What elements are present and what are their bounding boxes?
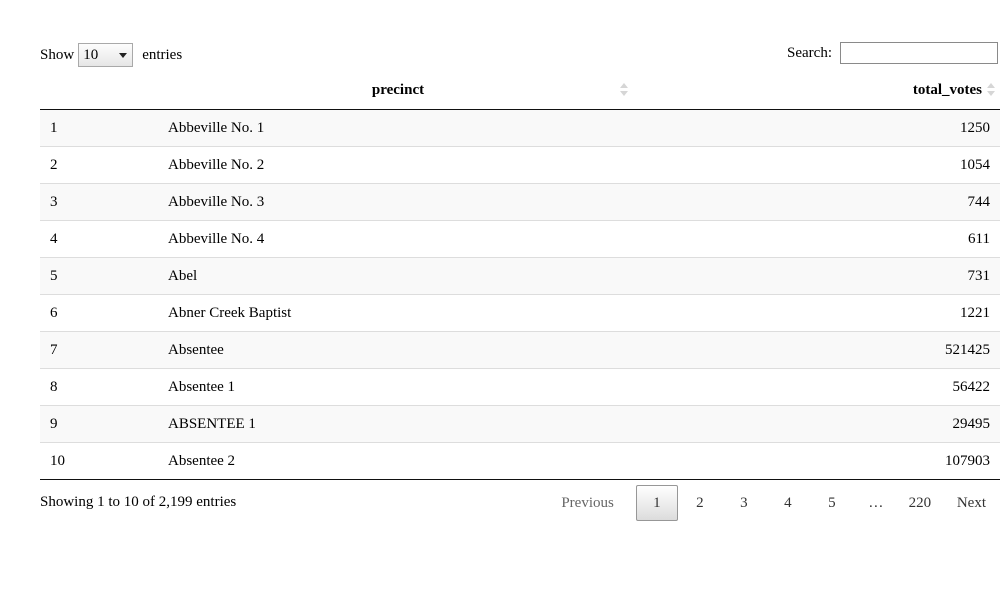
- table-row: 5 Abel 731: [40, 257, 1000, 295]
- page-length-value: 10: [83, 46, 99, 63]
- table-row: 3 Abbeville No. 3 744: [40, 183, 1000, 221]
- row-index: 1: [50, 119, 58, 136]
- precinct-cell: Abner Creek Baptist: [168, 294, 628, 332]
- table-header-row: precinct total_votes: [40, 71, 1000, 110]
- next-button[interactable]: Next: [951, 485, 992, 521]
- page-button-3[interactable]: 3: [727, 485, 761, 521]
- table-row: 4 Abbeville No. 4 611: [40, 220, 1000, 258]
- precinct-cell: Absentee: [168, 331, 628, 369]
- total-votes-cell: 744: [628, 183, 1000, 221]
- row-index: 2: [40, 146, 168, 184]
- page-button-5[interactable]: 5: [815, 485, 849, 521]
- precinct-cell: Abel: [168, 257, 628, 295]
- row-index: 9: [40, 405, 168, 443]
- page-length-select[interactable]: 10: [78, 43, 134, 67]
- page-button-4[interactable]: 4: [771, 485, 805, 521]
- precinct-cell: Absentee 2: [168, 442, 628, 480]
- row-index: 6: [40, 294, 168, 332]
- precinct-cell: Abbeville No. 3: [168, 183, 628, 221]
- table-row: 1 Abbeville No. 1 1250: [40, 109, 1000, 147]
- pagination-ellipsis: …: [868, 494, 884, 511]
- row-index: 3: [40, 183, 168, 221]
- row-index: 5: [40, 257, 168, 295]
- row-index: 7: [40, 331, 168, 369]
- page-length-control: Show 10 entries: [40, 43, 182, 67]
- total-votes-cell: 611: [628, 220, 1000, 258]
- column-header-precinct[interactable]: precinct: [168, 71, 628, 110]
- precinct-cell: ABSENTEE 1: [168, 405, 628, 443]
- row-index: 8: [40, 368, 168, 406]
- total-votes-cell: 1221: [628, 294, 1000, 332]
- page-button-1[interactable]: 1: [635, 485, 678, 521]
- row-index: 4: [40, 220, 168, 258]
- table-row: 2 Abbeville No. 2 1054: [40, 146, 1000, 184]
- show-label: Show: [40, 46, 75, 63]
- total-votes-cell: 29495: [628, 405, 1000, 443]
- search-label: Search:: [787, 44, 832, 61]
- total-votes-cell: 731: [628, 257, 1000, 295]
- table-info: Showing 1 to 10 of 2,199 entries: [40, 494, 237, 510]
- precinct-cell: Abbeville No. 1: [168, 119, 265, 136]
- search-control: Search:: [787, 42, 998, 64]
- pagination: Previous 1 2 3 4 5 … 220 Next: [553, 485, 992, 521]
- total-votes-cell: 107903: [628, 442, 1000, 480]
- chevron-down-icon: [119, 52, 128, 58]
- table-row: 8 Absentee 1 56422: [40, 368, 1000, 406]
- entries-label: entries: [142, 46, 183, 63]
- total-votes-cell: 521425: [628, 331, 1000, 369]
- precinct-cell: Abbeville No. 4: [168, 220, 628, 258]
- previous-button[interactable]: Previous: [553, 485, 622, 521]
- page-button-220[interactable]: 220: [903, 485, 937, 521]
- row-index: 10: [40, 442, 168, 480]
- table-row: 9 ABSENTEE 1 29495: [40, 405, 1000, 443]
- page-button-2[interactable]: 2: [683, 485, 717, 521]
- total-votes-cell: 56422: [628, 368, 1000, 406]
- table-row: 6 Abner Creek Baptist 1221: [40, 294, 1000, 332]
- column-header-total-votes[interactable]: total_votes: [628, 71, 1000, 110]
- column-header-index[interactable]: [40, 71, 168, 110]
- table-row: 10 Absentee 2 107903: [40, 442, 1000, 480]
- precinct-cell: Absentee 1: [168, 368, 628, 406]
- precinct-cell: Abbeville No. 2: [168, 146, 628, 184]
- sort-icon: [987, 83, 995, 97]
- data-table: precinct total_votes 1 Abbeville No. 1 125…: [40, 71, 1000, 480]
- column-header-precinct-label: precinct: [371, 81, 425, 98]
- table-row: 7 Absentee 521425: [40, 331, 1000, 369]
- sort-icon: [620, 83, 628, 97]
- column-header-total-votes-label: total_votes: [912, 81, 982, 98]
- total-votes-cell: 1054: [628, 146, 1000, 184]
- search-input[interactable]: [840, 42, 998, 64]
- total-votes-cell: 1250: [960, 119, 990, 136]
